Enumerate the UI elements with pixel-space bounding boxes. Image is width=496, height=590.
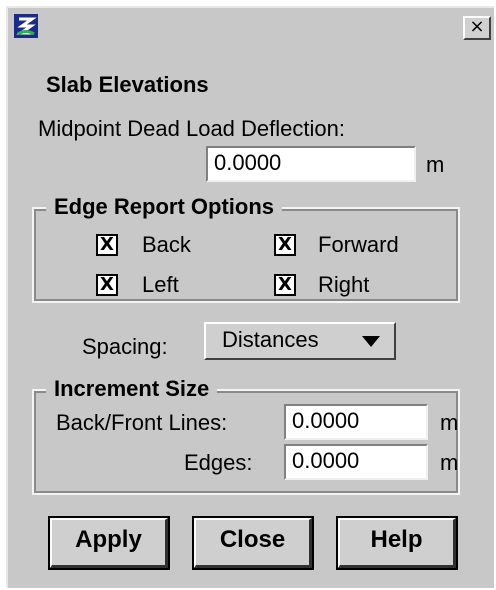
checkbox-back-label: Back xyxy=(142,232,191,257)
deflection-label: Midpoint Dead Load Deflection: xyxy=(38,116,345,141)
apply-button[interactable]: Apply xyxy=(48,516,170,570)
title-bar[interactable]: × xyxy=(8,8,494,44)
spacing-label: Spacing: xyxy=(82,334,168,359)
checkbox-forward-label: Forward xyxy=(318,232,399,257)
increment-size-legend: Increment Size xyxy=(46,376,218,402)
spacing-selected-value: Distances xyxy=(222,327,319,352)
back-front-lines-input[interactable]: 0.0000 xyxy=(284,404,428,440)
close-button[interactable]: Close xyxy=(192,516,314,570)
back-front-lines-unit: m xyxy=(440,410,459,435)
checkbox-right-box[interactable]: X xyxy=(274,274,296,296)
checkbox-right-label: Right xyxy=(318,272,370,297)
back-front-lines-label: Back/Front Lines: xyxy=(56,410,228,435)
edges-label: Edges: xyxy=(184,450,253,475)
checkbox-left-label: Left xyxy=(142,272,179,297)
slab-heading: Slab Elevations xyxy=(46,72,209,97)
edges-unit: m xyxy=(440,450,459,475)
app-logo-icon[interactable] xyxy=(14,14,38,38)
deflection-unit: m xyxy=(426,152,445,177)
spacing-dropdown[interactable]: Distances xyxy=(204,322,396,360)
edges-input[interactable]: 0.0000 xyxy=(284,444,428,480)
close-window-button[interactable]: × xyxy=(463,16,491,40)
checkbox-back-box[interactable]: X xyxy=(96,234,118,256)
checkbox-forward-box[interactable]: X xyxy=(274,234,296,256)
checkbox-left-box[interactable]: X xyxy=(96,274,118,296)
dropdown-arrow-icon xyxy=(362,336,380,347)
deflection-input[interactable]: 0.0000 xyxy=(206,146,416,182)
help-button[interactable]: Help xyxy=(336,516,458,570)
edge-report-legend: Edge Report Options xyxy=(46,194,282,220)
